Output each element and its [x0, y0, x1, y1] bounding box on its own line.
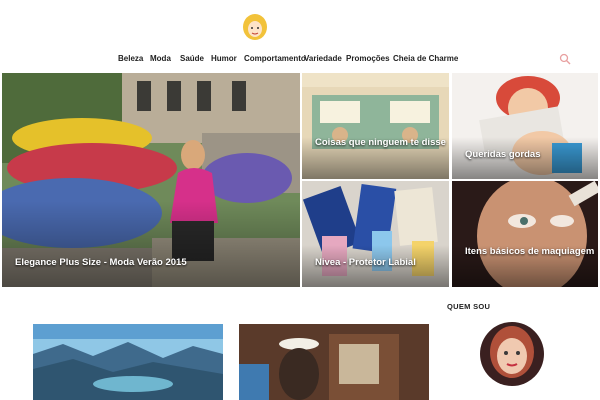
sidebar-about-title: QUEM SOU — [447, 302, 491, 311]
nav-item-humor[interactable]: Humor — [211, 53, 237, 65]
post-card-landscape[interactable] — [33, 324, 223, 400]
search-icon[interactable] — [559, 52, 571, 65]
main-nav: Beleza Moda Saúde Humor Comportamento Va… — [0, 53, 600, 67]
featured-top-right-title[interactable]: Queridas gordas — [465, 149, 541, 160]
nav-item-beleza[interactable]: Beleza — [118, 53, 143, 65]
featured-post-bottom-middle[interactable]: Nivea - Protetor Labial — [302, 181, 449, 287]
nav-item-comportamento[interactable]: Comportamento — [244, 53, 306, 65]
author-avatar[interactable] — [480, 322, 544, 386]
featured-post-top-middle[interactable]: Coisas que ninguem te disse — [302, 73, 449, 179]
nav-item-promocoes[interactable]: Promoções — [346, 53, 390, 65]
featured-post-main[interactable]: Elegance Plus Size - Moda Verão 2015 — [2, 73, 300, 287]
nav-item-variedade[interactable]: Variedade — [304, 53, 342, 65]
post-card-cabin[interactable] — [239, 324, 429, 400]
site-logo[interactable] — [241, 12, 269, 42]
nav-item-cheia-de-charme[interactable]: Cheia de Charme — [393, 53, 458, 65]
nav-item-moda[interactable]: Moda — [150, 53, 171, 65]
featured-post-top-right[interactable]: Queridas gordas — [452, 73, 598, 179]
post-cabin-image — [239, 324, 429, 400]
featured-post-bottom-right[interactable]: Itens básicos de maquiagem — [452, 181, 598, 287]
featured-main-title[interactable]: Elegance Plus Size - Moda Verão 2015 — [15, 257, 187, 268]
post-landscape-image — [33, 324, 223, 400]
featured-bottom-middle-title[interactable]: Nivea - Protetor Labial — [315, 257, 416, 268]
nav-item-saude[interactable]: Saúde — [180, 53, 204, 65]
featured-bottom-right-title[interactable]: Itens básicos de maquiagem — [465, 246, 594, 257]
featured-top-middle-title[interactable]: Coisas que ninguem te disse — [315, 137, 446, 148]
